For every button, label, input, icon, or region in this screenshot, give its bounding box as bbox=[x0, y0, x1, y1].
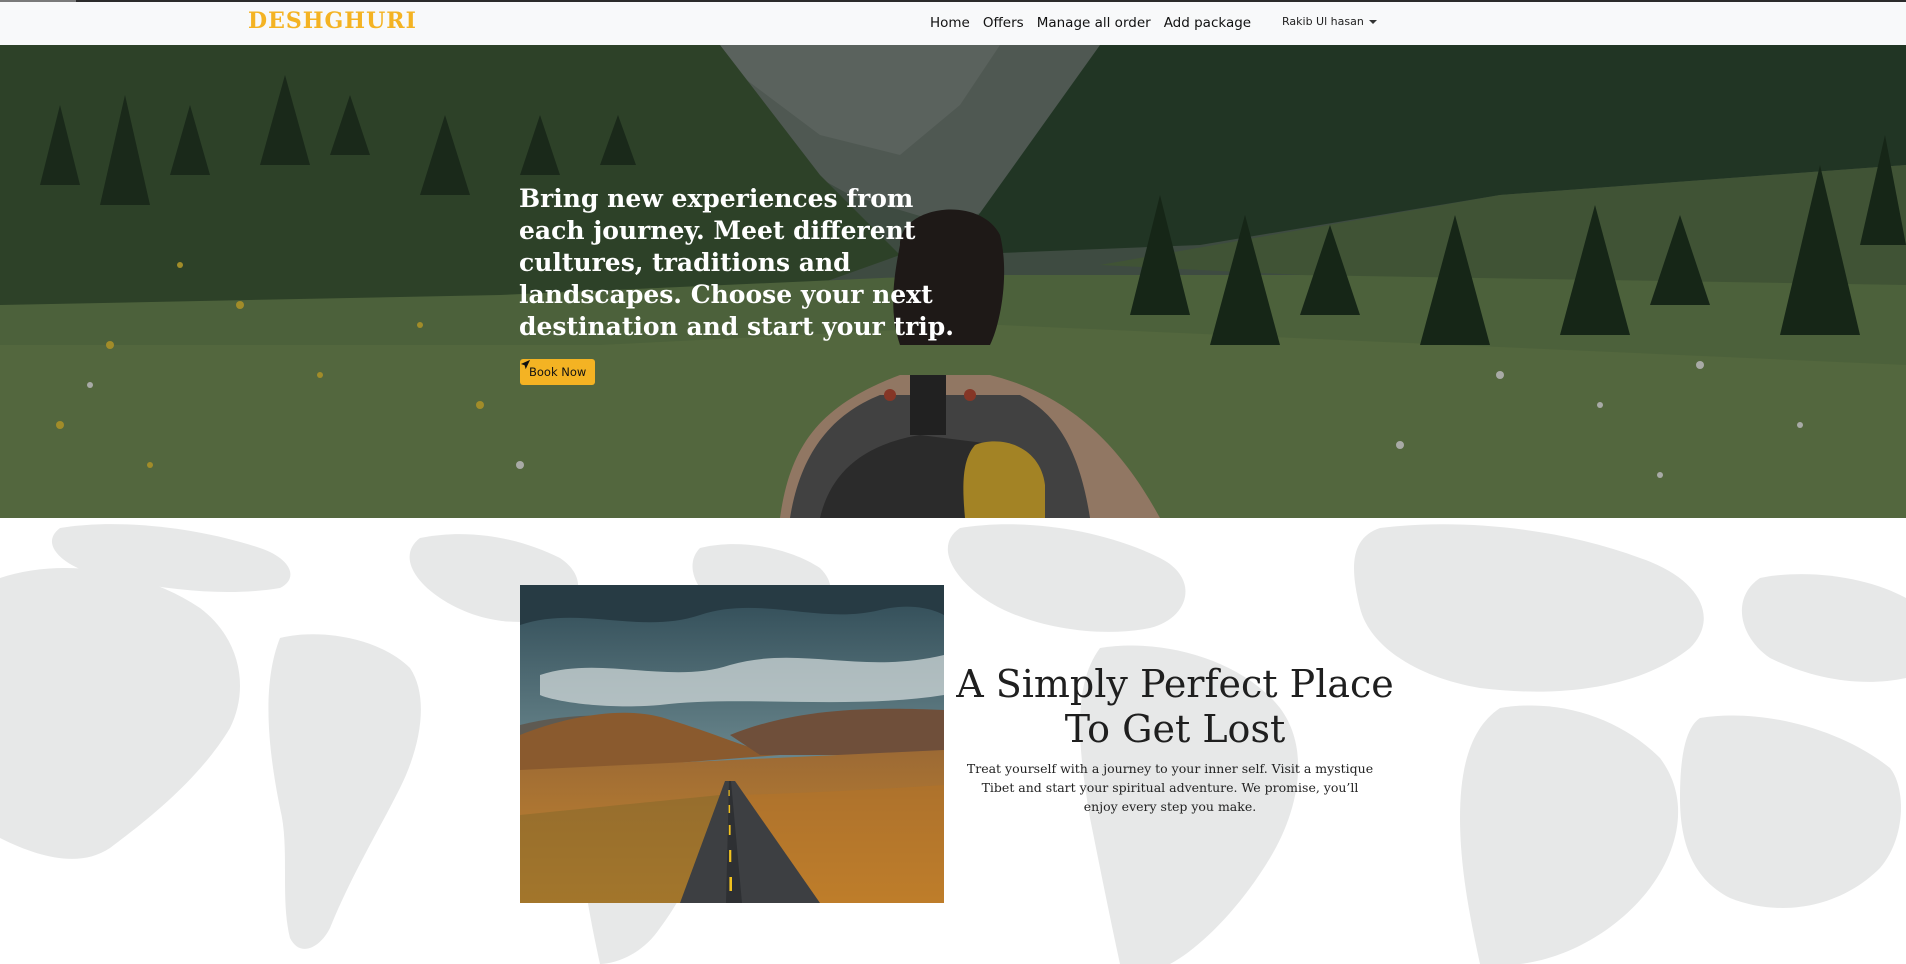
about-description: Treat yourself with a journey to your in… bbox=[966, 761, 1374, 814]
nav-link-add-package[interactable]: Add package bbox=[1164, 15, 1251, 31]
road-landscape-image bbox=[520, 585, 944, 903]
world-map-background bbox=[0, 524, 1906, 964]
hero-section: Bring new experiences from each journey.… bbox=[0, 45, 1906, 518]
paper-plane-icon bbox=[520, 359, 531, 370]
hero-headline: Bring new experiences from each journey.… bbox=[519, 184, 954, 341]
navbar: DESHGHURI Home Offers Manage all order A… bbox=[0, 2, 1906, 46]
book-now-button[interactable]: Book Now bbox=[520, 359, 596, 385]
road-landscape-photo bbox=[520, 585, 944, 903]
nav-link-home[interactable]: Home bbox=[930, 15, 970, 31]
caret-down-icon bbox=[1368, 19, 1377, 24]
nav-links: Home Offers Manage all order Add package bbox=[930, 15, 1264, 31]
nav-link-manage-all-order[interactable]: Manage all order bbox=[1037, 15, 1151, 31]
user-dropdown[interactable]: Rakib Ul hasan bbox=[1282, 15, 1377, 28]
book-now-label: Book Now bbox=[529, 365, 587, 379]
about-section: A Simply Perfect Place To Get Lost Treat… bbox=[0, 518, 1906, 964]
user-name: Rakib Ul hasan bbox=[1282, 15, 1364, 28]
about-title: A Simply Perfect Place To Get Lost bbox=[956, 662, 1394, 751]
nav-link-offers[interactable]: Offers bbox=[983, 15, 1024, 31]
brand-logo[interactable]: DESHGHURI bbox=[248, 8, 417, 34]
